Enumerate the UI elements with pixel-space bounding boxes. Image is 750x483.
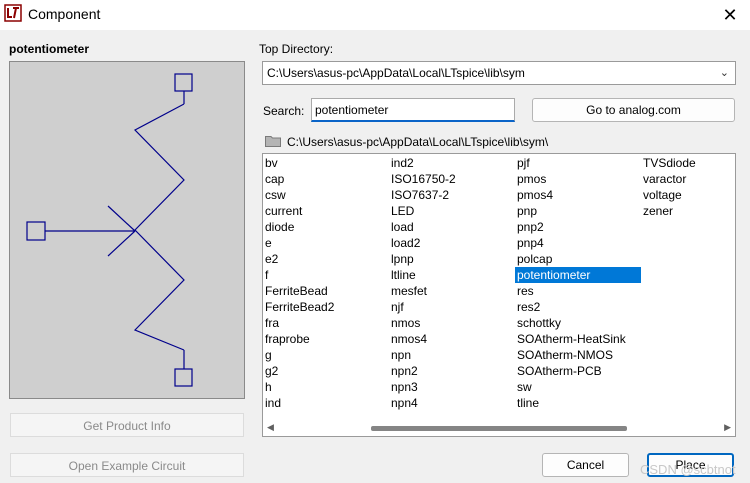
list-item[interactable]: fra: [263, 315, 389, 331]
list-item[interactable]: pmos: [515, 171, 641, 187]
list-item[interactable]: npn3: [389, 379, 515, 395]
close-button[interactable]: ✕: [718, 3, 742, 27]
list-item[interactable]: sw: [515, 379, 641, 395]
list-item[interactable]: ISO16750-2: [389, 171, 515, 187]
list-item[interactable]: nmos: [389, 315, 515, 331]
list-item[interactable]: SOAtherm-NMOS: [515, 347, 641, 363]
list-item[interactable]: pmos4: [515, 187, 641, 203]
list-item[interactable]: nmos4: [389, 331, 515, 347]
list-item[interactable]: h: [263, 379, 389, 395]
list-item[interactable]: res2: [515, 299, 641, 315]
list-item[interactable]: pnp: [515, 203, 641, 219]
horizontal-scrollbar[interactable]: ◀ ▶: [263, 420, 735, 436]
current-path: C:\Users\asus-pc\AppData\Local\LTspice\l…: [287, 135, 549, 149]
list-item[interactable]: g2: [263, 363, 389, 379]
component-column-3: pjf pmos pmos4 pnp pnp2 pnp4 polcap potentiomet…: [515, 155, 641, 411]
title-bar: Component ✕: [0, 0, 750, 30]
top-directory-value: C:\Users\asus-pc\AppData\Local\LTspice\l…: [267, 66, 525, 80]
list-item[interactable]: diode: [263, 219, 389, 235]
list-item[interactable]: load: [389, 219, 515, 235]
list-item[interactable]: f: [263, 267, 389, 283]
list-item[interactable]: ind: [263, 395, 389, 411]
list-item[interactable]: ISO7637-2: [389, 187, 515, 203]
list-item[interactable]: njf: [389, 299, 515, 315]
list-item[interactable]: csw: [263, 187, 389, 203]
list-item[interactable]: lpnp: [389, 251, 515, 267]
ltspice-logo-icon: [4, 4, 22, 22]
list-item[interactable]: current: [263, 203, 389, 219]
list-item[interactable]: g: [263, 347, 389, 363]
go-to-analog-button[interactable]: Go to analog.com: [532, 98, 735, 122]
component-column-1: bv cap csw current diode e e2 f FerriteBead Ferri…: [263, 155, 389, 411]
list-item[interactable]: fraprobe: [263, 331, 389, 347]
open-example-circuit-button[interactable]: Open Example Circuit: [10, 453, 244, 477]
list-item[interactable]: npn4: [389, 395, 515, 411]
folder-icon: [265, 136, 281, 147]
list-item[interactable]: voltage: [641, 187, 735, 203]
list-item[interactable]: e2: [263, 251, 389, 267]
list-item[interactable]: load2: [389, 235, 515, 251]
list-item[interactable]: potentiometer: [515, 267, 641, 283]
search-label: Search:: [263, 104, 305, 118]
cancel-button[interactable]: Cancel: [542, 453, 629, 477]
list-item[interactable]: zener: [641, 203, 735, 219]
window-title: Component: [28, 6, 101, 22]
list-item[interactable]: TVSdiode: [641, 155, 735, 171]
list-item[interactable]: tline: [515, 395, 641, 411]
symbol-preview: [9, 61, 245, 399]
list-item[interactable]: mesfet: [389, 283, 515, 299]
component-list[interactable]: bv cap csw current diode e e2 f FerriteBead Ferri…: [262, 153, 736, 437]
list-item[interactable]: pnp4: [515, 235, 641, 251]
scrollbar-thumb[interactable]: [371, 426, 627, 431]
top-directory-select[interactable]: C:\Users\asus-pc\AppData\Local\LTspice\l…: [262, 61, 736, 85]
list-item[interactable]: ind2: [389, 155, 515, 171]
chevron-down-icon: ⌄: [719, 67, 729, 79]
list-item[interactable]: ltline: [389, 267, 515, 283]
search-input[interactable]: [311, 98, 515, 122]
list-item[interactable]: LED: [389, 203, 515, 219]
list-item[interactable]: e: [263, 235, 389, 251]
list-item[interactable]: npn: [389, 347, 515, 363]
potentiometer-symbol-icon: [26, 73, 193, 387]
list-item[interactable]: pnp2: [515, 219, 641, 235]
list-item[interactable]: bv: [263, 155, 389, 171]
list-item[interactable]: polcap: [515, 251, 641, 267]
list-item[interactable]: SOAtherm-HeatSink: [515, 331, 641, 347]
list-item[interactable]: schottky: [515, 315, 641, 331]
list-item[interactable]: varactor: [641, 171, 735, 187]
get-product-info-button[interactable]: Get Product Info: [10, 413, 244, 437]
scroll-right-icon[interactable]: ▶: [724, 422, 731, 433]
watermark: CSDN @scbtnot: [640, 462, 736, 477]
top-directory-label: Top Directory:: [259, 42, 334, 56]
component-column-4: TVSdiode varactor voltage zener: [641, 155, 735, 219]
list-item[interactable]: pjf: [515, 155, 641, 171]
list-item[interactable]: res: [515, 283, 641, 299]
component-column-2: ind2 ISO16750-2 ISO7637-2 LED load load2 lpnp l…: [389, 155, 515, 411]
list-item[interactable]: cap: [263, 171, 389, 187]
preview-title: potentiometer: [9, 42, 90, 56]
list-item[interactable]: npn2: [389, 363, 515, 379]
close-icon: ✕: [722, 5, 738, 25]
scroll-left-icon[interactable]: ◀: [267, 422, 274, 433]
list-item[interactable]: FerriteBead2: [263, 299, 389, 315]
list-item[interactable]: FerriteBead: [263, 283, 389, 299]
list-item[interactable]: SOAtherm-PCB: [515, 363, 641, 379]
